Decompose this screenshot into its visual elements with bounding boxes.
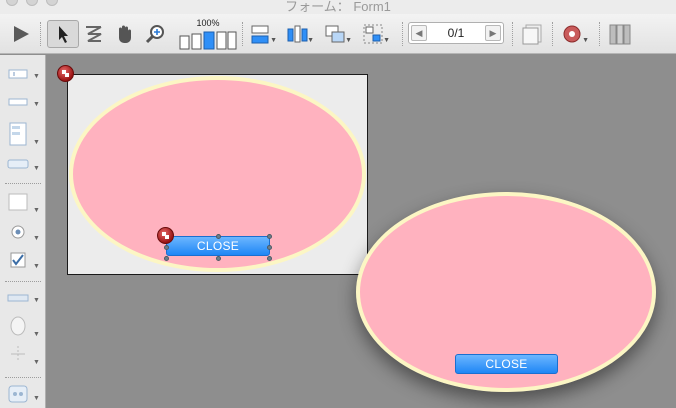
next-page-button[interactable]: ▶ — [485, 25, 501, 41]
list-tool[interactable] — [7, 121, 29, 147]
oval-tool[interactable] — [7, 316, 29, 336]
toolbar-separator — [242, 22, 243, 46]
align-button[interactable]: ▼ — [247, 20, 277, 48]
group-icon — [363, 24, 383, 44]
distribute-icon — [287, 25, 308, 43]
chevron-down-icon: ▼ — [33, 165, 40, 172]
plugin-icon — [8, 385, 28, 403]
group-button[interactable]: ▼ — [360, 20, 390, 48]
list-icon — [9, 122, 27, 146]
plugin-tool[interactable] — [7, 385, 29, 403]
palette-separator — [5, 183, 41, 184]
splitter-icon — [11, 346, 25, 362]
chevron-down-icon: ▼ — [33, 297, 40, 304]
chevron-down-icon: ▼ — [345, 37, 352, 44]
resize-handle[interactable] — [216, 234, 221, 239]
resize-handle[interactable] — [164, 256, 169, 261]
zoom-levels-icon — [179, 31, 237, 50]
radio-tool[interactable] — [7, 223, 29, 241]
run-icon — [14, 26, 29, 42]
settings-icon — [563, 25, 581, 43]
page-view-button[interactable] — [518, 20, 546, 48]
toolbar-separator — [599, 22, 600, 46]
hand-tool-icon — [119, 25, 131, 43]
page-view-icon — [522, 24, 542, 45]
radio-icon — [11, 225, 25, 239]
toolbar-separator — [512, 22, 513, 46]
button-icon — [7, 159, 29, 169]
zoom-levels-control[interactable]: 100% — [177, 18, 239, 50]
run-button[interactable] — [8, 20, 34, 48]
ruler-tool[interactable] — [7, 289, 29, 307]
chevron-down-icon: ▼ — [33, 101, 40, 108]
rectangle-tool[interactable] — [7, 193, 29, 211]
form-method-badge[interactable] — [57, 65, 74, 82]
library-button[interactable] — [606, 20, 636, 48]
window-title: フォーム： Form1 — [285, 0, 391, 14]
next-page-icon: ▶ — [489, 27, 497, 38]
settings-button[interactable]: ▼ — [559, 20, 589, 48]
oval-icon — [10, 316, 26, 336]
hand-tool-button[interactable] — [112, 20, 136, 48]
input-tool[interactable] — [7, 93, 29, 111]
distribute-button[interactable]: ▼ — [284, 20, 314, 48]
layer-button[interactable]: ▼ — [322, 20, 352, 48]
palette-separator — [5, 281, 41, 282]
chevron-down-icon: ▼ — [383, 37, 390, 44]
input-icon — [8, 98, 28, 106]
toolbar: 100% ▼ ▼ ▼ ▼ ◀ 0/1 ▶ ▼ — [0, 14, 676, 54]
form-design-area[interactable]: CLOSE — [67, 74, 368, 275]
chevron-down-icon: ▼ — [33, 73, 40, 80]
checkbox-icon — [10, 252, 26, 268]
toolbar-separator — [402, 22, 403, 46]
tool-palette: ▼ ▼ ▼ ▼ ▼ ▼ ▼ ▼ ▼ ▼ ▼ — [0, 55, 46, 408]
align-icon — [251, 25, 269, 44]
chevron-down-icon: ▼ — [33, 139, 40, 146]
ruler-icon — [7, 294, 29, 302]
text-field-tool[interactable] — [7, 65, 29, 83]
chevron-down-icon: ▼ — [582, 37, 589, 44]
layer-icon — [325, 25, 345, 43]
page-indicator: 0/1 — [447, 26, 465, 40]
previous-page-button[interactable]: ◀ — [411, 25, 427, 41]
palette-separator — [5, 377, 41, 378]
chevron-down-icon: ▼ — [33, 331, 40, 338]
zoom-tool-button[interactable] — [142, 20, 168, 48]
button-tool[interactable] — [7, 155, 29, 173]
chevron-down-icon: ▼ — [270, 37, 277, 44]
chevron-down-icon: ▼ — [33, 359, 40, 366]
resize-handle[interactable] — [267, 256, 272, 261]
resize-handle[interactable] — [216, 256, 221, 261]
toolbar-separator — [552, 22, 553, 46]
previous-page-icon: ◀ — [415, 27, 423, 38]
zoom-label: 100% — [196, 18, 220, 28]
arrow-tool-icon — [59, 26, 68, 43]
text-field-icon — [8, 69, 28, 79]
chevron-down-icon: ▼ — [33, 263, 40, 270]
page-navigator: ◀ 0/1 ▶ — [408, 22, 504, 44]
rectangle-icon — [8, 193, 28, 211]
chevron-down-icon: ▼ — [33, 235, 40, 242]
zoom-tool-icon — [145, 25, 164, 44]
chevron-down-icon: ▼ — [33, 207, 40, 214]
resize-handle[interactable] — [267, 245, 272, 250]
toolbar-separator — [40, 22, 41, 46]
arrow-tool-button[interactable] — [47, 20, 79, 48]
resize-handle[interactable] — [164, 245, 169, 250]
tab-order-button[interactable] — [82, 20, 106, 48]
close-button-preview[interactable]: CLOSE — [455, 354, 558, 374]
title-bar: フォーム： Form1 — [0, 0, 676, 14]
method-icon — [62, 70, 69, 77]
close-button-design[interactable]: CLOSE — [166, 236, 270, 256]
library-icon — [609, 24, 631, 45]
tab-order-icon — [86, 26, 102, 42]
splitter-tool[interactable] — [7, 345, 29, 363]
method-icon — [162, 232, 169, 239]
chevron-down-icon: ▼ — [307, 37, 314, 44]
button-method-badge[interactable] — [157, 227, 174, 244]
resize-handle[interactable] — [267, 234, 272, 239]
chevron-down-icon: ▼ — [33, 395, 40, 402]
checkbox-tool[interactable] — [7, 251, 29, 269]
